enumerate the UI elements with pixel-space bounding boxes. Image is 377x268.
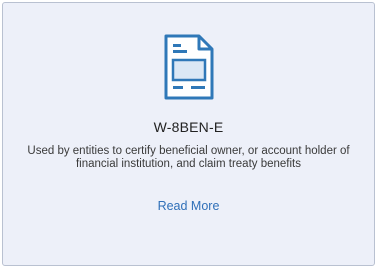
form-title: W-8BEN-E — [153, 119, 224, 135]
form-description: Used by entities to certify beneficial o… — [27, 145, 350, 170]
form-card[interactable]: W-8BEN-E Used by entities to certify ben… — [2, 2, 375, 266]
document-form-icon — [164, 34, 213, 100]
read-more-link[interactable]: Read More — [3, 199, 374, 213]
form-icon-container — [3, 33, 374, 103]
